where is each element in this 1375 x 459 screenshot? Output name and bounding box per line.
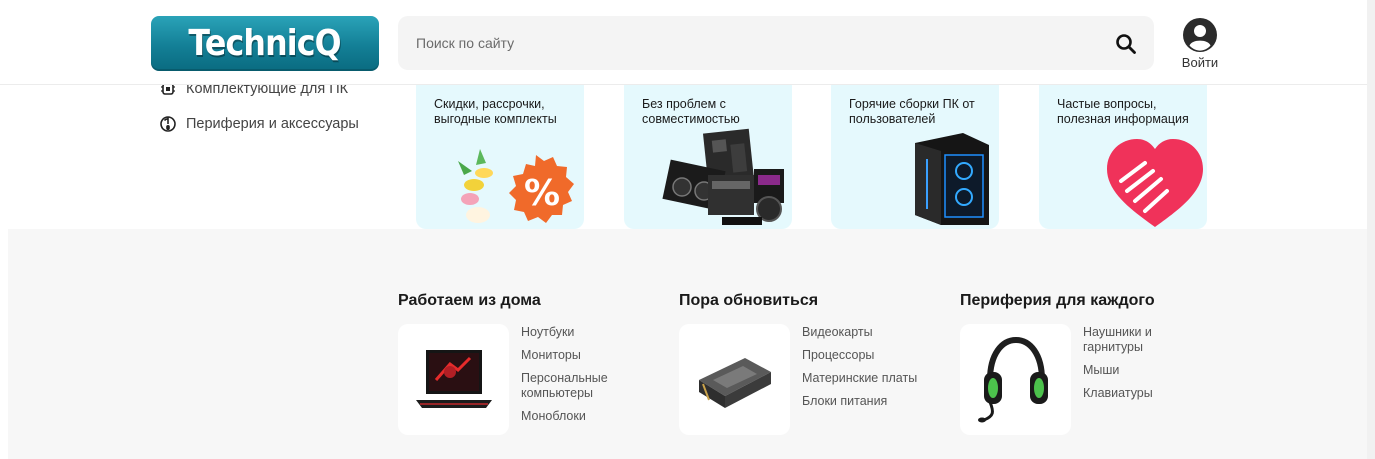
category-link[interactable]: Наушники и гарнитуры [1083, 325, 1203, 355]
category-links: Видеокарты Процессоры Материнские платы … [802, 325, 922, 417]
scrollbar[interactable] [1367, 0, 1375, 459]
category-link[interactable]: Ноутбуки [521, 325, 641, 340]
promo-card-compatibility[interactable]: Без проблем с совместимостью [624, 85, 792, 229]
search-input[interactable] [398, 16, 1098, 70]
category-title: Периферия для каждого [960, 292, 1155, 309]
category-title: Работаем из дома [398, 292, 541, 309]
category-link[interactable]: Материнские платы [802, 371, 922, 386]
promo-card-discounts[interactable]: Скидки, рассрочки, выгодные комплекты % [416, 85, 584, 229]
sidebar-item-peripherals[interactable]: Периферия и аксессуары [160, 114, 359, 134]
login-label: Войти [1181, 55, 1219, 70]
svg-text:%: % [524, 173, 560, 214]
promo-card-builds[interactable]: Горячие сборки ПК от пользователей [831, 85, 999, 229]
category-title: Пора обновиться [679, 292, 819, 309]
laptop-icon [416, 350, 492, 408]
site-header: TechnicQ Войти [0, 0, 1367, 85]
promo-text: Скидки, рассрочки, выгодные комплекты [434, 97, 557, 126]
pc-case-icon [915, 133, 989, 225]
user-icon [1183, 18, 1217, 52]
promo-text: Без проблем с совместимостью [642, 97, 740, 126]
category-image-upgrade[interactable] [679, 324, 790, 435]
headset-icon [978, 336, 1048, 423]
logo-text: TechnicQ [188, 23, 342, 64]
category-image-home[interactable] [398, 324, 509, 435]
category-link[interactable]: Мыши [1083, 363, 1203, 378]
category-link[interactable]: Процессоры [802, 348, 922, 363]
pc-components-icon [662, 128, 784, 225]
search-icon[interactable] [1114, 32, 1138, 56]
percent-flowers-icon: % [458, 149, 574, 223]
search-bar [398, 16, 1154, 70]
promo-text: Горячие сборки ПК от пользователей [849, 97, 975, 126]
category-link[interactable]: Моноблоки [521, 409, 641, 424]
promo-card-faq[interactable]: Частые вопросы, полезная информация [1039, 85, 1207, 229]
category-link[interactable]: Блоки питания [802, 394, 922, 409]
category-link[interactable]: Персональные компьютеры [521, 371, 641, 401]
category-link[interactable]: Мониторы [521, 348, 641, 363]
category-links: Ноутбуки Мониторы Персональные компьютер… [521, 325, 641, 432]
category-links: Наушники и гарнитуры Мыши Клавиатуры [1083, 325, 1203, 409]
promo-text: Частые вопросы, полезная информация [1057, 97, 1189, 126]
sidebar-item-label: Периферия и аксессуары [186, 116, 359, 132]
graphics-card-icon [699, 358, 771, 408]
logo[interactable]: TechnicQ [151, 16, 379, 71]
category-link[interactable]: Клавиатуры [1083, 386, 1203, 401]
category-link[interactable]: Видеокарты [802, 325, 922, 340]
category-image-peripherals[interactable] [960, 324, 1071, 435]
heart-hand-icon [1107, 139, 1203, 227]
mouse-icon [160, 116, 176, 132]
login-button[interactable]: Войти [1176, 18, 1224, 72]
